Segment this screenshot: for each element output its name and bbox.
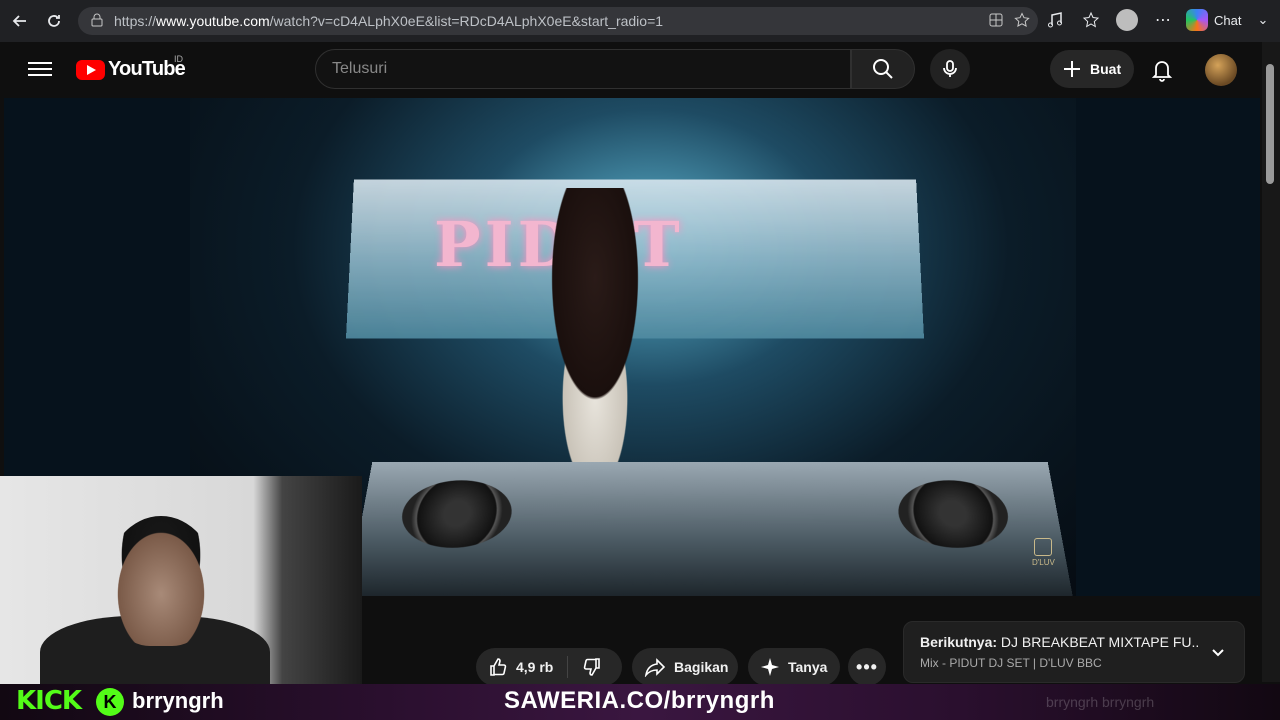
more-icon[interactable]: ⋯ xyxy=(1150,7,1176,33)
scroll-thumb[interactable] xyxy=(1266,64,1274,184)
url-path: /watch?v=cD4ALphX0eE&list=RDcD4ALphX0eE&… xyxy=(269,13,664,29)
thumbs-down-icon xyxy=(584,658,601,676)
sparkle-icon xyxy=(761,658,779,676)
more-dots-icon: ••• xyxy=(856,656,878,677)
watermark-text: D'LUV xyxy=(1032,558,1055,567)
plus-icon xyxy=(1064,61,1080,77)
notifications-bell-icon[interactable] xyxy=(1148,56,1176,84)
social-handles: brryngrh brryngrh xyxy=(1046,694,1155,710)
ask-label: Tanya xyxy=(788,659,828,675)
address-bar[interactable]: https://www.youtube.com/watch?v=cD4ALphX… xyxy=(78,7,1038,35)
reload-icon[interactable] xyxy=(40,7,68,35)
back-icon[interactable] xyxy=(6,7,34,35)
ask-button[interactable]: Tanya xyxy=(748,648,840,686)
saweria-link-text: SAWERIA.CO/brryngrh xyxy=(504,687,775,714)
chat-label: Chat xyxy=(1214,12,1242,28)
search-input[interactable]: Telusuri xyxy=(315,49,851,89)
voice-search-button[interactable] xyxy=(930,49,970,89)
app-available-icon[interactable] xyxy=(988,12,1004,31)
page-scrollbar[interactable] xyxy=(1262,42,1280,682)
create-label: Buat xyxy=(1090,61,1122,77)
browser-toolbar: https://www.youtube.com/watch?v=cD4ALphX… xyxy=(0,0,1280,42)
media-control-icon[interactable] xyxy=(1042,7,1068,33)
region-code: ID xyxy=(174,54,183,64)
channel-watermark: D'LUV xyxy=(1032,538,1055,567)
share-button[interactable]: Bagikan xyxy=(632,648,738,686)
kick-logo: KICK xyxy=(16,686,82,716)
profile-icon[interactable] xyxy=(1114,7,1140,33)
up-next-video-title: DJ BREAKBEAT MIXTAPE FU... xyxy=(997,634,1200,650)
copilot-chat-button[interactable]: Chat ⌄ xyxy=(1186,9,1268,31)
more-actions-button[interactable]: ••• xyxy=(848,648,886,686)
share-icon xyxy=(644,658,666,677)
copilot-icon xyxy=(1186,9,1208,31)
hamburger-menu-icon[interactable] xyxy=(28,58,52,82)
webcam-overlay xyxy=(0,476,362,684)
youtube-play-icon xyxy=(76,59,105,80)
url-domain: www.youtube.com xyxy=(156,13,270,29)
up-next-subtitle: Mix - PIDUT DJ SET | D'LUV BBC xyxy=(920,656,1102,670)
streamer-head xyxy=(106,516,216,646)
create-button[interactable]: Buat xyxy=(1050,50,1134,88)
jog-wheel-right xyxy=(895,480,1014,548)
dj-decks xyxy=(346,461,1074,596)
like-count: 4,9 rb xyxy=(516,659,554,675)
lock-icon xyxy=(90,13,104,30)
thumbs-up-icon xyxy=(490,658,507,676)
stream-overlay-bar: KICK K brryngrh SAWERIA.CO/brryngrh brry… xyxy=(0,684,1280,720)
share-label: Bagikan xyxy=(674,659,729,675)
up-next-prefix: Berikutnya: xyxy=(920,634,998,650)
like-button[interactable]: 4,9 rb xyxy=(476,656,569,678)
kick-username: brryngrh xyxy=(132,688,224,713)
up-next-title: Berikutnya: DJ BREAKBEAT MIXTAPE FU... xyxy=(920,634,1200,650)
chevron-down-icon[interactable] xyxy=(1210,644,1226,665)
youtube-logo[interactable]: YouTube ID xyxy=(76,54,186,81)
up-next-card[interactable]: Berikutnya: DJ BREAKBEAT MIXTAPE FU... M… xyxy=(903,621,1245,683)
url-prefix: https:// xyxy=(114,13,157,29)
kick-badge-icon: K xyxy=(96,688,124,716)
star-icon[interactable] xyxy=(1014,11,1030,31)
mic-icon xyxy=(943,60,957,77)
like-dislike-group: 4,9 rb xyxy=(476,648,622,686)
search-button[interactable] xyxy=(851,49,915,89)
dislike-button[interactable] xyxy=(568,657,602,677)
favorites-icon[interactable] xyxy=(1078,7,1104,33)
chevron-down-icon: ⌄ xyxy=(1257,12,1269,27)
account-avatar[interactable] xyxy=(1205,54,1237,86)
search-icon xyxy=(873,59,893,79)
dj-performer xyxy=(520,188,670,488)
jog-wheel-left xyxy=(396,480,516,548)
youtube-header: YouTube ID Telusuri Buat xyxy=(0,42,1260,98)
watermark-crest-icon xyxy=(1034,538,1053,556)
